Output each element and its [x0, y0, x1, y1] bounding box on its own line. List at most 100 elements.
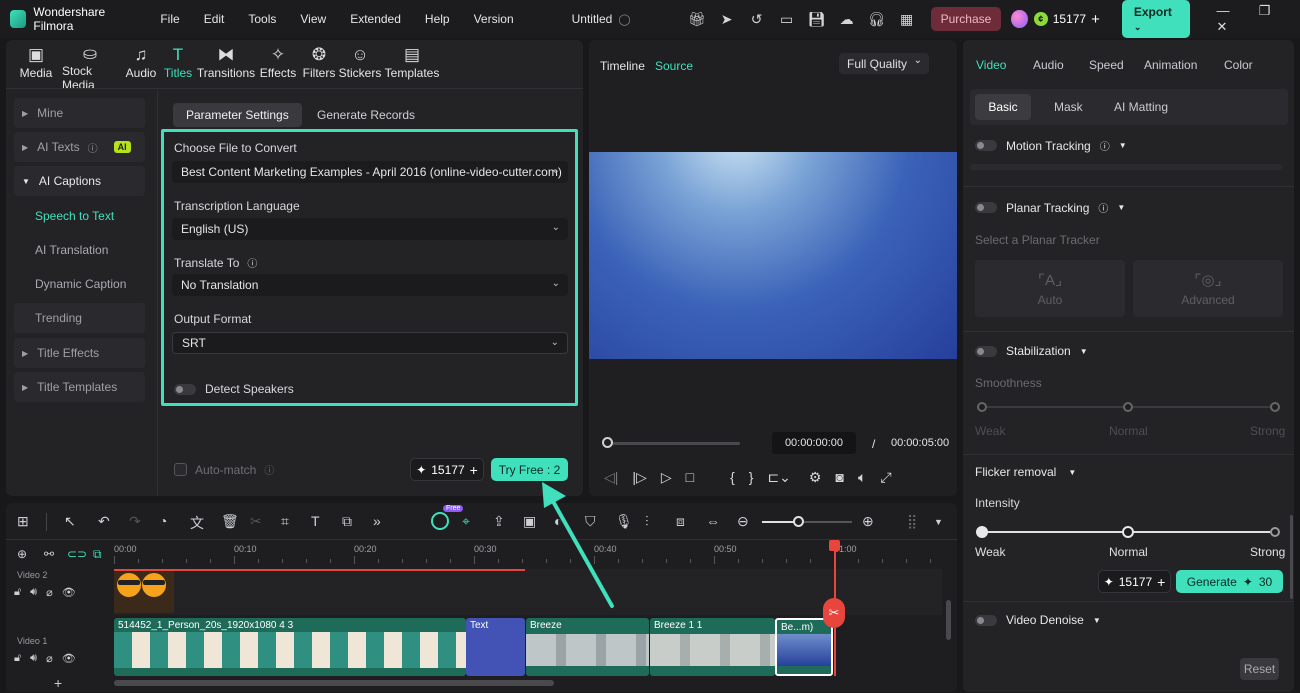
subtab-mask[interactable]: Mask: [1054, 100, 1083, 114]
current-time[interactable]: 00:00:00:00: [772, 432, 856, 454]
grid-icon[interactable]: ▦: [897, 9, 917, 29]
menu-item-help[interactable]: Help: [425, 12, 450, 26]
menu-item-file[interactable]: File: [160, 12, 179, 26]
snap-icon[interactable]: ⌖: [462, 513, 470, 530]
save-icon[interactable]: 💾︎: [807, 9, 827, 29]
chevron-down-icon[interactable]: ▼: [1117, 203, 1125, 212]
export-button[interactable]: Export ⌄: [1121, 0, 1191, 38]
split-scissors-icon[interactable]: ✂: [823, 598, 845, 628]
sticker-clip[interactable]: [114, 571, 174, 613]
playhead-handle[interactable]: [829, 540, 840, 551]
export-clip-icon[interactable]: ⇪: [493, 513, 505, 530]
purchase-button[interactable]: Purchase: [930, 7, 1002, 31]
audio-mixer-icon[interactable]: ⫶: [645, 513, 649, 530]
subtab-ai-matting[interactable]: AI Matting: [1114, 100, 1168, 114]
file-select[interactable]: Best Content Marketing Examples - April …: [172, 161, 568, 183]
auto-match-checkbox[interactable]: [174, 463, 187, 476]
tracker-advanced-button[interactable]: ⌜◎⌟ Advanced: [1133, 260, 1283, 317]
layout-grid-icon[interactable]: ⊞: [17, 513, 29, 530]
help-icon[interactable]: ⓘ: [247, 259, 257, 270]
chevron-down-icon[interactable]: ▼: [1119, 141, 1127, 150]
zoom-out-icon[interactable]: ⊖: [737, 513, 749, 530]
stabilization-toggle[interactable]: [975, 345, 997, 357]
translate-select[interactable]: No Translation ⌄: [172, 274, 568, 296]
text-tool-icon[interactable]: T: [311, 513, 320, 529]
timeline-clip-text[interactable]: Text: [466, 618, 525, 676]
toolbar-transitions[interactable]: ⧓ Transitions: [196, 44, 256, 86]
format-select[interactable]: SRT ⌄: [172, 332, 568, 354]
headset-icon[interactable]: 🎧︎: [867, 9, 887, 29]
redo-icon[interactable]: ↷: [129, 513, 141, 530]
mask-icon[interactable]: ⧉: [342, 513, 352, 530]
hide-icon[interactable]: ⌀: [46, 586, 53, 599]
subtab-basic[interactable]: Basic: [975, 94, 1031, 120]
ai-copilot-icon[interactable]: [431, 512, 449, 530]
tracker-auto-button[interactable]: ⌜A⌟ Auto: [975, 260, 1125, 317]
quality-select[interactable]: Full Quality ⌄: [839, 53, 929, 74]
link-icon[interactable]: ⚯: [44, 547, 54, 561]
preview-scrubber[interactable]: [606, 442, 740, 445]
sidebar-item-ai-translation[interactable]: AI Translation: [35, 243, 108, 257]
sidebar-item-ai-captions[interactable]: ▼ AI Captions: [14, 166, 145, 196]
play-icon[interactable]: ▷: [661, 469, 672, 486]
delete-icon[interactable]: 🗑︎: [221, 513, 239, 530]
crop-icon[interactable]: ⌗: [281, 513, 289, 530]
chevron-down-icon[interactable]: ▼: [1080, 347, 1088, 356]
toolbar-media[interactable]: ▣ Media: [14, 44, 58, 86]
zoom-slider[interactable]: [762, 521, 852, 523]
volume-icon[interactable]: 🔈︎: [858, 469, 866, 486]
layout-icon[interactable]: ▭: [777, 9, 797, 29]
replace-icon[interactable]: ⧈: [676, 513, 685, 530]
close-icon[interactable]: ✕: [1216, 19, 1227, 34]
zoom-slider-handle[interactable]: [793, 516, 804, 527]
motion-tracking-toggle[interactable]: [975, 140, 997, 151]
gift-icon[interactable]: 🎁︎: [687, 9, 707, 29]
stop-icon[interactable]: □: [686, 469, 694, 486]
sidebar-item-title-templates[interactable]: ▶ Title Templates: [14, 372, 145, 402]
toolbar-audio[interactable]: ♫ Audio: [122, 44, 160, 86]
camera-icon[interactable]: ◙: [835, 469, 843, 486]
undo-icon[interactable]: ↶: [98, 513, 110, 530]
credits-display[interactable]: ¢ 15177 +: [1033, 11, 1100, 28]
step-play-icon[interactable]: |▷: [632, 469, 646, 486]
select-tool-icon[interactable]: ↖: [64, 513, 76, 530]
smoothness-stop-normal[interactable]: [1123, 402, 1133, 412]
project-title[interactable]: Untitled: [572, 12, 613, 26]
eye-icon[interactable]: 👁︎: [62, 586, 76, 599]
help-icon[interactable]: ⓘ: [1100, 138, 1110, 153]
intensity-stop-weak[interactable]: [976, 526, 988, 538]
settings-icon[interactable]: ⚙: [809, 469, 822, 486]
scrubber-handle[interactable]: [602, 437, 613, 448]
credits-display[interactable]: ✦ 15177 +: [410, 458, 484, 481]
speaker-icon[interactable]: 🔊︎: [30, 586, 37, 599]
planar-tracking-toggle[interactable]: [975, 202, 997, 213]
timeline-ruler[interactable]: 00:00 00:10 00:20 00:30 00:40 00:50 01:00: [114, 544, 944, 564]
credits-display[interactable]: ✦ 15177 +: [1098, 570, 1171, 593]
hide-icon[interactable]: ⌀: [46, 652, 53, 665]
minimize-icon[interactable]: —: [1216, 3, 1229, 18]
smoothness-stop-weak[interactable]: [977, 402, 987, 412]
eye-icon[interactable]: 👁︎: [62, 652, 76, 665]
tab-timeline[interactable]: Timeline: [600, 59, 645, 73]
toolbar-templates[interactable]: ▤ Templates: [382, 44, 442, 86]
avatar[interactable]: [1011, 10, 1028, 28]
toolbar-stock-media[interactable]: ⛀ Stock Media: [58, 44, 122, 92]
fit-icon[interactable]: ⇔: [706, 513, 720, 529]
menu-item-edit[interactable]: Edit: [204, 12, 225, 26]
timeline-clip-breeze-2[interactable]: Breeze 1 1: [650, 618, 775, 676]
auto-ripple-icon[interactable]: ⧉: [93, 547, 102, 562]
chevron-down-icon[interactable]: ⌄: [1134, 22, 1142, 32]
ai-translate-icon[interactable]: 文: [190, 513, 204, 533]
tab-parameter-settings[interactable]: Parameter Settings: [173, 103, 302, 127]
timeline-clip-main[interactable]: 514452_1_Person_20s_1920x1080 4 3: [114, 618, 466, 676]
toolbar-titles[interactable]: T Titles: [160, 44, 196, 86]
snapshot-menu-icon[interactable]: ⊏⌄: [767, 469, 790, 486]
history-icon[interactable]: ↺: [747, 9, 767, 29]
video-preview[interactable]: [589, 152, 957, 359]
chevron-down-icon[interactable]: ▼: [1068, 468, 1076, 477]
tab-color[interactable]: Color: [1224, 58, 1253, 72]
smoothness-stop-strong[interactable]: [1270, 402, 1280, 412]
add-track-icon[interactable]: ⊕: [17, 547, 27, 561]
send-icon[interactable]: ➤: [717, 9, 737, 29]
right-panel-scrollbar[interactable]: [1290, 515, 1293, 599]
